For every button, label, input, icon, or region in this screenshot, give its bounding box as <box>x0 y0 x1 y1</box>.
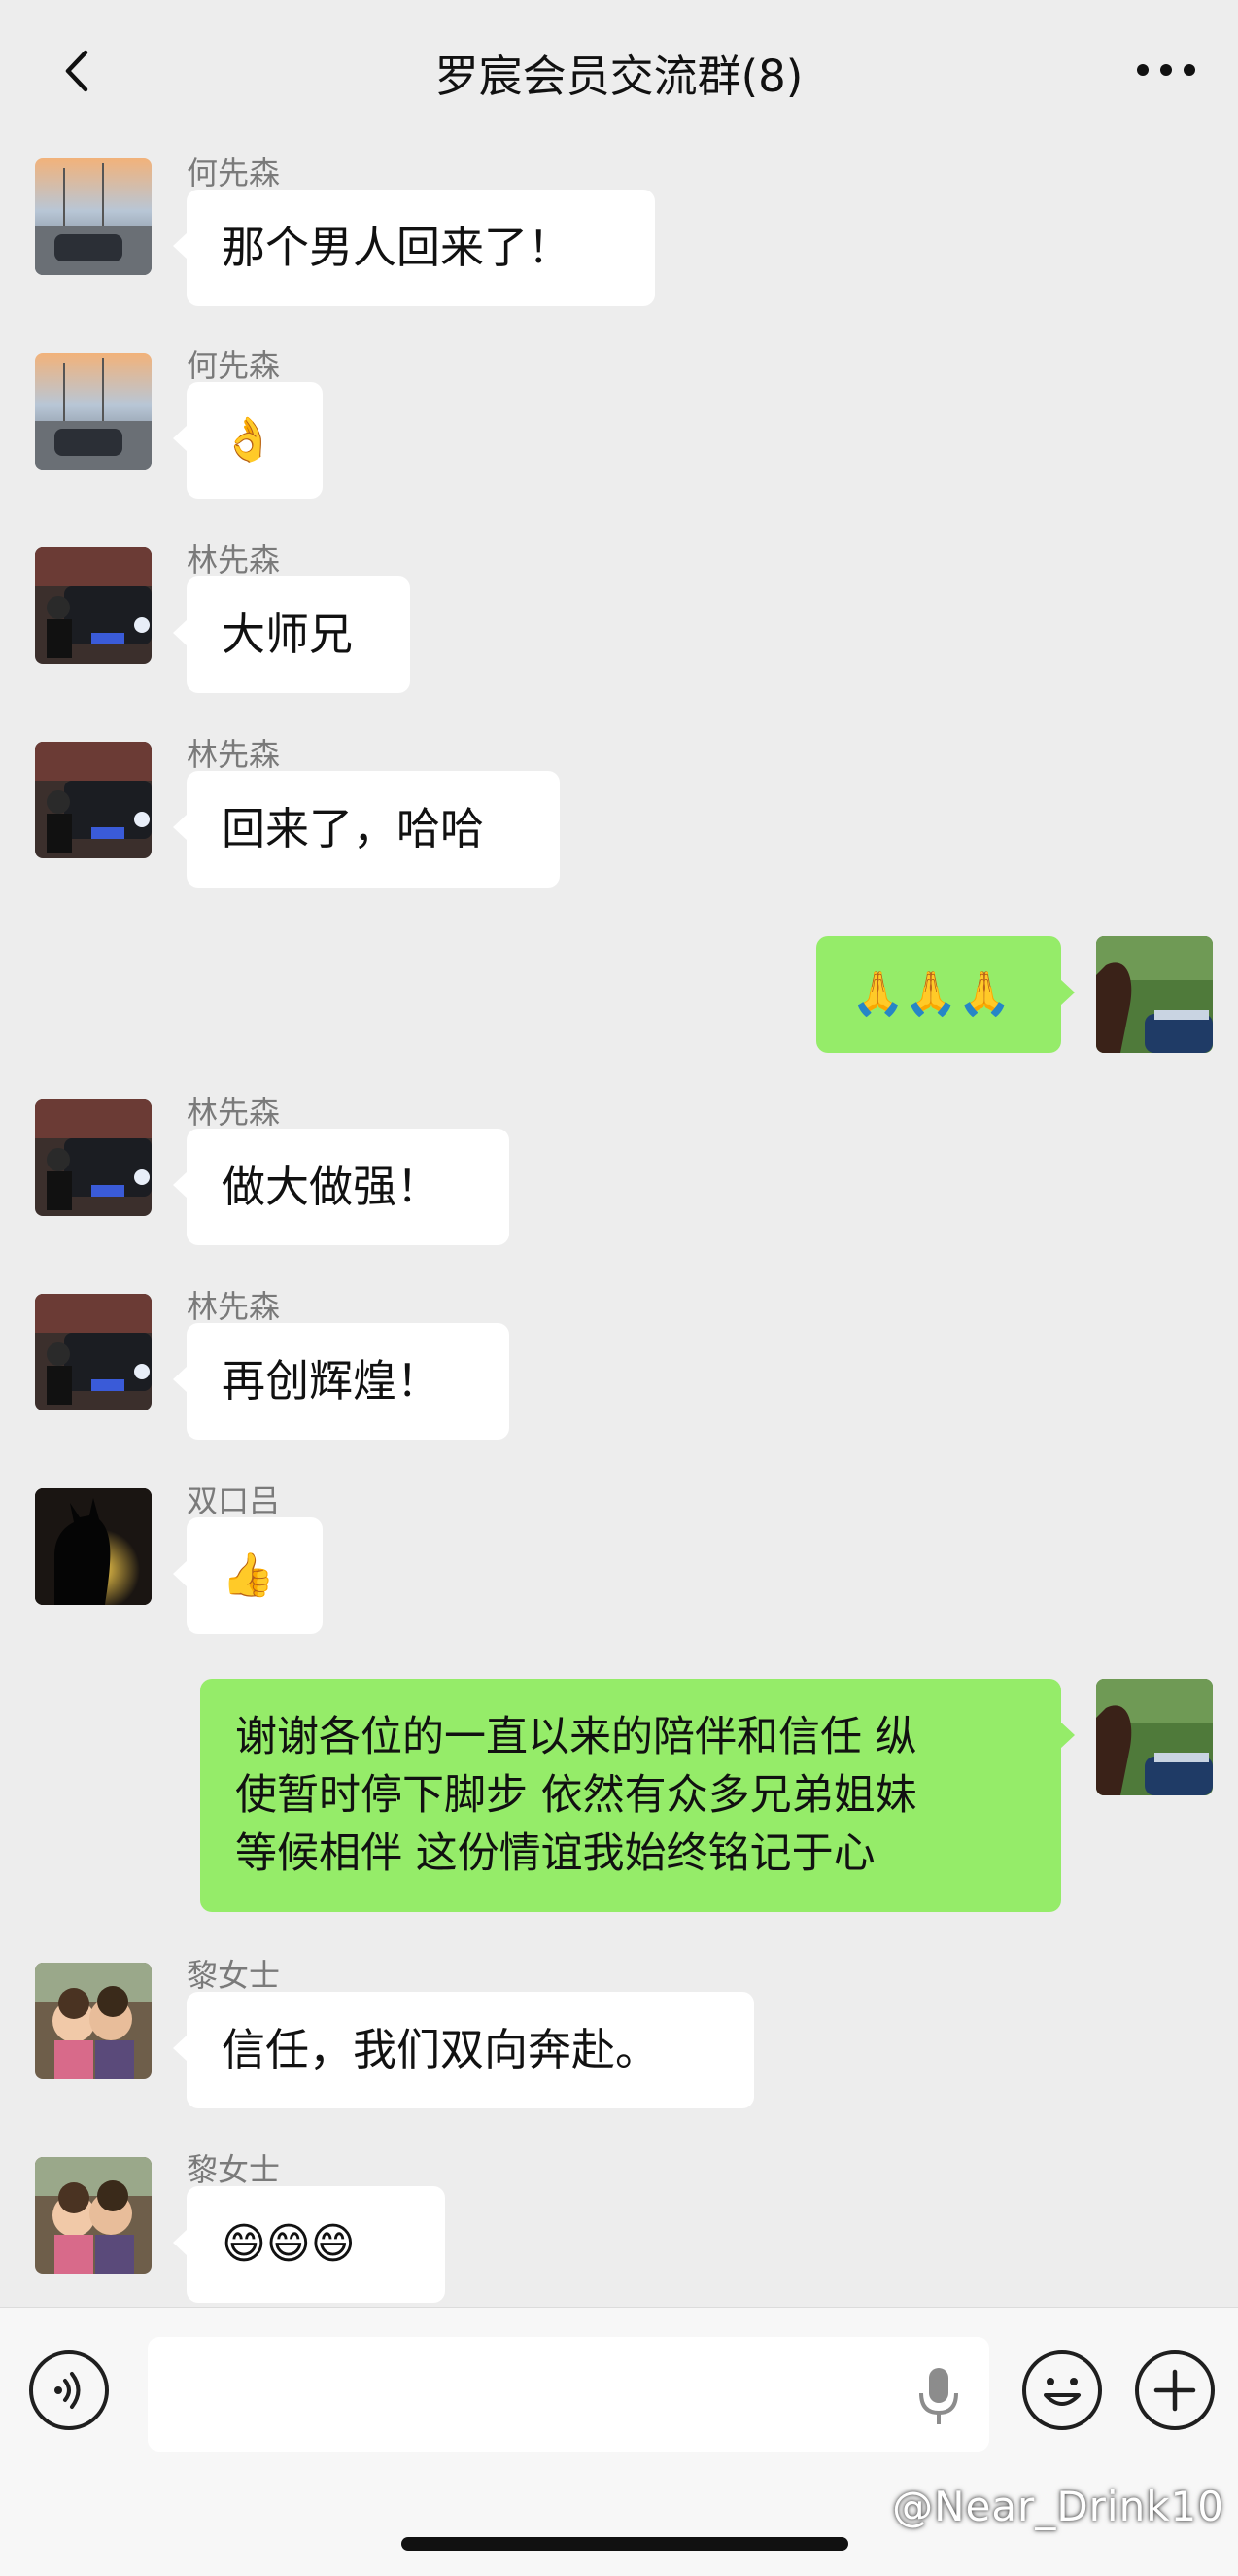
message-bubble[interactable]: 😄😄😄 <box>173 2186 445 2303</box>
message-text: 再创辉煌！ <box>222 1355 441 1407</box>
message-text: 👌 <box>222 415 275 465</box>
sender-name: 何先森 <box>187 347 281 384</box>
avatar[interactable] <box>35 2157 152 2274</box>
message-bubble[interactable]: 那个男人回来了！ <box>173 190 655 306</box>
message-bubble[interactable]: 回来了，哈哈 <box>173 771 560 888</box>
message-text: 信任，我们双向奔赴。 <box>222 2024 660 2075</box>
sender-name: 林先森 <box>187 541 281 578</box>
nav-bar: 罗宸会员交流群(8) <box>0 0 1238 139</box>
avatar[interactable] <box>35 158 152 275</box>
message-text: 回来了，哈哈 <box>222 803 485 854</box>
sender-name: 林先森 <box>187 736 281 773</box>
message-text: 那个男人回来了！ <box>222 222 572 273</box>
avatar[interactable] <box>35 1963 152 2079</box>
message-text: 👍 <box>222 1550 275 1600</box>
avatar[interactable] <box>1096 1679 1213 1795</box>
chat-title: 罗宸会员交流群(8) <box>434 51 804 102</box>
message-bubble[interactable]: 谢谢各位的一直以来的陪伴和信任 纵 使暂时停下脚步 依然有众多兄弟姐妹 等候相伴… <box>200 1679 1075 1912</box>
plus-icon[interactable] <box>1135 2350 1215 2430</box>
message-bubble[interactable]: 🙏🙏🙏 <box>816 936 1075 1053</box>
message-input[interactable] <box>148 2337 989 2452</box>
message-bubble[interactable]: 做大做强！ <box>173 1129 509 1245</box>
sender-name: 黎女士 <box>187 2151 281 2188</box>
watermark: @Near_Drink10 <box>892 2483 1224 2530</box>
avatar[interactable] <box>1096 936 1213 1053</box>
avatar[interactable] <box>35 1099 152 1216</box>
message-bubble[interactable]: 👍 <box>173 1517 323 1634</box>
sender-name: 双口吕 <box>187 1482 281 1519</box>
avatar[interactable] <box>35 742 152 858</box>
sender-name: 林先森 <box>187 1094 281 1131</box>
message-text: 做大做强！ <box>222 1161 441 1212</box>
sender-name: 林先森 <box>187 1288 281 1325</box>
more-dots-icon[interactable] <box>1135 58 1197 82</box>
sender-name: 黎女士 <box>187 1957 281 1994</box>
message-text: 🙏🙏🙏 <box>851 969 1012 1019</box>
avatar[interactable] <box>35 353 152 470</box>
message-bubble[interactable]: 再创辉煌！ <box>173 1323 509 1440</box>
sender-name: 何先森 <box>187 155 281 191</box>
emoji-icon[interactable] <box>1022 2350 1102 2430</box>
message-bubble[interactable]: 信任，我们双向奔赴。 <box>173 1992 754 2108</box>
avatar[interactable] <box>35 1488 152 1605</box>
message-text: 大师兄 <box>222 609 354 660</box>
avatar[interactable] <box>35 1294 152 1410</box>
chat-area[interactable]: 何先森 那个男人回来了！ 何先森 👌 林先森 大师兄 林先森 回来了，哈哈 🙏🙏… <box>0 139 1238 2307</box>
microphone-icon[interactable] <box>911 2364 966 2426</box>
message-bubble[interactable]: 👌 <box>173 382 323 499</box>
message-bubble[interactable]: 大师兄 <box>173 576 410 693</box>
message-text: 😄😄😄 <box>222 2219 356 2269</box>
avatar[interactable] <box>35 547 152 664</box>
input-bar: @Near_Drink10 <box>0 2307 1238 2576</box>
voice-mode-icon[interactable] <box>29 2350 109 2430</box>
message-text: 谢谢各位的一直以来的陪伴和信任 纵 使暂时停下脚步 依然有众多兄弟姐妹 等候相伴… <box>235 1713 917 1878</box>
home-indicator[interactable] <box>401 2537 848 2551</box>
